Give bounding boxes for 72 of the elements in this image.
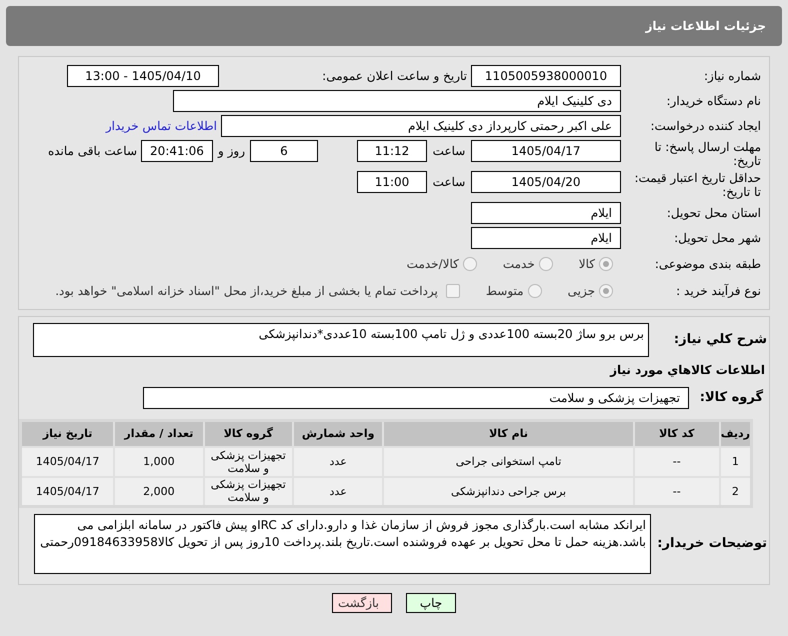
table-cell: 1,000: [114, 446, 204, 476]
buyer-contact-link[interactable]: اطلاعات تماس خریدار: [106, 117, 217, 135]
field-label: ساعت: [432, 143, 466, 160]
buyer-notes-text: ایرانکد مشابه است.بارگذاری مجوز فروش از سازمان غذا و دارو.دارای کد IRCو پیش فاکتور در سامانه ابلزامی می باشد.هزینه حمل تا محل تحویل بر عهده فروشنده است.تاریخ بلند.پرداخت 10روز پس از تحویل کالا09184633958رحمتی: [40, 518, 646, 549]
radio-button[interactable]: [538, 257, 553, 271]
field-label: کالا/خدمت: [406, 256, 459, 273]
table-cell: 1405/04/17: [20, 446, 114, 476]
field-label: شرح کلي نياز:: [672, 331, 767, 350]
deadline-time-field: 11:12: [357, 140, 427, 162]
remaining-time-field: 20:41:06: [141, 140, 213, 162]
description-text: برس برو ساژ 20بسته 100عددی و ژل تامپ 100بسته 10عددی*دندانپزشکی: [258, 327, 644, 341]
announce-date-field: 1405/04/10 - 13:00: [67, 65, 219, 87]
table-cell: تامپ استخوانی جراحی: [383, 446, 634, 476]
field-label: نام دستگاه خریدار:: [666, 93, 761, 110]
field-label: خدمت: [502, 256, 535, 273]
field-label: ساعت باقی مانده: [48, 143, 137, 160]
field-label: طبقه بندی موضوعی:: [654, 256, 761, 273]
table-cell: تجهیزات پزشکی و سلامت: [204, 476, 293, 506]
field-label: روز و: [218, 143, 245, 160]
field-label: ایجاد کننده درخواست:: [649, 118, 761, 135]
field-label: جزیی: [568, 283, 595, 300]
column-header: کد کالا: [634, 420, 720, 446]
table-cell: --: [634, 476, 720, 506]
deadline-date-field: 1405/04/17: [471, 140, 621, 162]
table-cell: تجهیزات پزشکی و سلامت: [204, 446, 293, 476]
payment-checkbox[interactable]: [446, 284, 460, 298]
buyer-notes-textarea[interactable]: [34, 514, 651, 574]
table-cell: 2,000: [114, 476, 204, 506]
page-title: جزئیات اطلاعات نیاز: [645, 18, 766, 35]
province-field: ایلام: [471, 202, 621, 224]
description-textarea[interactable]: برس برو ساژ 20بسته 100عددی و ژل تامپ 100بسته 10عددی*دندانپزشکی: [33, 323, 649, 357]
field-label: تاریخ و ساعت اعلان عمومی:: [321, 68, 467, 85]
field-label: شماره نیاز:: [703, 68, 761, 85]
table-cell: عدد: [292, 446, 384, 476]
table-cell: 1: [720, 446, 752, 476]
field-label: کالا: [578, 256, 595, 273]
radio-button[interactable]: [599, 257, 613, 271]
requester-field: علی اکبر رحمتی کارپرداز دی کلینیک ایلام: [221, 115, 621, 137]
column-header: واحد شمارش: [292, 420, 384, 446]
radio-button[interactable]: [528, 284, 542, 298]
table-cell: --: [634, 446, 720, 476]
table-cell: عدد: [292, 476, 384, 506]
column-header: نام کالا: [383, 420, 634, 446]
goods-group-field: تجهیزات پزشکی و سلامت: [143, 387, 689, 409]
field-label: گروه کالا:: [698, 388, 764, 408]
field-label: حداقل تاریخ اعتبار قیمت: تا تاریخ:: [633, 171, 761, 199]
back-button[interactable]: بازگشت: [332, 593, 392, 613]
validity-time-field: 11:00: [357, 171, 427, 193]
field-label: استان محل تحویل:: [666, 205, 761, 222]
radio-button[interactable]: [599, 284, 613, 298]
validity-date-field: 1405/04/20: [471, 171, 621, 193]
days-field: 6: [250, 140, 318, 162]
table-cell: 2: [720, 476, 752, 506]
section-heading: اطلاعات کالاهاي مورد نياز: [610, 362, 765, 379]
column-header: تاریخ نیاز: [20, 420, 114, 446]
buyer-org-field: دی کلینیک ایلام: [173, 90, 621, 112]
column-header: ردیف: [720, 420, 752, 446]
field-label: نوع فرآیند خرید :: [675, 283, 761, 300]
city-field: ایلام: [471, 227, 621, 249]
radio-button[interactable]: [462, 257, 477, 271]
field-label: مهلت ارسال پاسخ: تا تاریخ:: [653, 140, 761, 168]
column-header: گروه کالا: [204, 420, 293, 446]
table-cell: 1405/04/17: [20, 476, 114, 506]
field-label: توضیحات خریدار:: [656, 535, 767, 554]
need-number-field: 1105005938000010: [471, 65, 621, 87]
field-label: شهر محل تحویل:: [673, 230, 761, 247]
table-cell: برس جراحی دندانپزشکی: [383, 476, 634, 506]
print-button[interactable]: چاپ: [406, 593, 456, 613]
field-label: متوسط: [486, 283, 524, 300]
field-label: ساعت: [432, 174, 466, 191]
field-label: پرداخت تمام یا بخشی از مبلغ خرید،از محل "اسناد خزانه اسلامی" خواهد بود.: [55, 283, 438, 300]
column-header: تعداد / مقدار: [114, 420, 204, 446]
